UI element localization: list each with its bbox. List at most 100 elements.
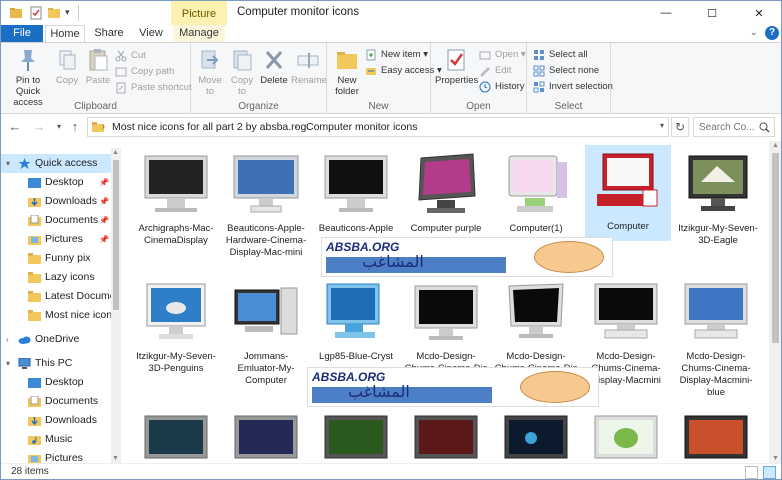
maximize-button[interactable]: ☐	[689, 1, 735, 25]
nav-pc-pictures[interactable]: Pictures	[1, 449, 111, 463]
properties-button[interactable]: Properties	[435, 47, 478, 86]
nav-pc-documents[interactable]: Documents	[1, 392, 111, 411]
back-arrow-icon[interactable]: ←	[7, 119, 23, 135]
tab-home[interactable]: Home	[45, 25, 85, 43]
up-arrow-icon[interactable]: ↑	[67, 119, 83, 135]
file-item-selected[interactable]: Computer	[585, 145, 671, 241]
content-scrollbar[interactable]: ▲ ▼	[769, 141, 781, 463]
file-item[interactable]: Itzikgur-My-Seven-3D-Eagle	[675, 147, 761, 247]
recent-locations-icon[interactable]: ▾	[51, 119, 67, 135]
file-item[interactable]: Computer(1)	[493, 147, 579, 235]
scroll-up-icon[interactable]: ▲	[112, 149, 119, 156]
file-item[interactable]: Lgp85-Blue-Cryst	[313, 275, 399, 363]
paste-button[interactable]: Paste	[83, 47, 113, 86]
invert-selection-button[interactable]: Invert selection	[533, 79, 613, 94]
new-folder-button[interactable]: New folder	[331, 47, 363, 97]
rename-button[interactable]: Rename	[291, 47, 327, 86]
properties-icon[interactable]	[29, 6, 43, 20]
nav-quick-downloads[interactable]: Downloads 📌	[1, 192, 111, 211]
file-item[interactable]	[403, 407, 489, 463]
file-item[interactable]: Beauticons-Apple	[313, 147, 399, 235]
close-button[interactable]: ✕	[736, 1, 781, 25]
scroll-down-icon[interactable]: ▼	[112, 455, 119, 462]
move-to-icon	[201, 50, 219, 69]
nav-this-pc[interactable]: ▾ This PC	[1, 354, 111, 373]
tab-file[interactable]: File	[1, 25, 43, 42]
nav-quick-desktop[interactable]: Desktop 📌	[1, 173, 111, 192]
address-bar[interactable]: › Most nice icons for all part 2 by absb…	[87, 117, 669, 137]
file-item[interactable]: Computer purple	[403, 147, 489, 235]
minimize-button[interactable]: —	[643, 1, 689, 25]
help-icon[interactable]: ?	[765, 26, 779, 40]
select-none-button[interactable]: Select none	[533, 63, 599, 78]
tab-view[interactable]: View	[133, 25, 169, 42]
copy-button[interactable]: Copy	[53, 47, 81, 86]
copy-path-button[interactable]: Copy path	[115, 64, 174, 79]
nav-quick-pictures[interactable]: Pictures 📌	[1, 230, 111, 249]
expand-icon[interactable]: ›	[6, 330, 9, 349]
expand-icon[interactable]: ▾	[6, 154, 10, 173]
refresh-icon[interactable]: ↻	[671, 117, 689, 137]
file-item[interactable]: Jommans-Emluator-My-Computer	[223, 275, 309, 387]
file-item[interactable]: Beauticons-Apple-Hardware-Cinema-Display…	[223, 147, 309, 259]
search-icon[interactable]	[759, 122, 770, 133]
nav-onedrive[interactable]: › OneDrive	[1, 330, 111, 349]
ribbon: Pin to Quick access Copy Paste Cut Copy …	[1, 42, 781, 114]
tab-manage[interactable]: Manage	[173, 25, 225, 42]
search-box[interactable]	[693, 117, 775, 137]
delete-button[interactable]: Delete	[259, 47, 289, 86]
tab-share[interactable]: Share	[89, 25, 129, 42]
nav-label: Downloads	[45, 414, 97, 426]
search-input[interactable]	[699, 120, 759, 135]
file-item[interactable]: Itzikgur-My-Seven-3D-Penguins	[133, 275, 219, 375]
pin-to-quick-access-button[interactable]: Pin to Quick access	[5, 47, 51, 108]
scroll-down-icon[interactable]: ▼	[772, 455, 779, 462]
chevron-down-icon[interactable]: ▾	[660, 121, 664, 130]
open-button[interactable]: Open ▾	[479, 47, 526, 62]
file-item[interactable]	[583, 407, 669, 463]
history-button[interactable]: History	[479, 79, 525, 94]
new-item-button[interactable]: New item ▾	[365, 47, 428, 62]
nav-pc-music[interactable]: Music	[1, 430, 111, 449]
breadcrumb-current[interactable]: Computer monitor icons	[306, 121, 417, 133]
file-item[interactable]	[223, 407, 309, 463]
scrollbar-thumb[interactable]	[113, 160, 119, 310]
scrollbar-thumb[interactable]	[772, 153, 779, 343]
file-item[interactable]	[313, 407, 399, 463]
paste-shortcut-button[interactable]: Paste shortcut	[115, 80, 192, 95]
file-item[interactable]: Mcdo-Design-Chums-Cinema-Dis	[403, 275, 489, 375]
select-all-button[interactable]: Select all	[533, 47, 588, 62]
nav-pc-downloads[interactable]: Downloads	[1, 411, 111, 430]
nav-quick-access[interactable]: ▾ Quick access	[1, 154, 111, 173]
copy-to-button[interactable]: Copy to	[227, 47, 257, 97]
chevron-right-icon[interactable]: ›	[102, 121, 105, 131]
chevron-down-icon[interactable]: ⌄	[750, 27, 762, 38]
details-view-icon[interactable]	[745, 466, 758, 479]
nav-quick-lazy-icons[interactable]: Lazy icons	[1, 268, 111, 287]
new-folder-icon[interactable]	[47, 6, 61, 20]
file-item[interactable]: Archigraphs-Mac-CinemaDisplay	[133, 147, 219, 247]
breadcrumb-parent[interactable]: Most nice icons for all part 2 by absba.…	[112, 121, 306, 133]
file-item[interactable]	[133, 407, 219, 463]
file-item[interactable]: Mcdo-Design-Chums-Cinema-Dis	[493, 275, 579, 375]
nav-quick-latest-documents[interactable]: Latest Documents	[1, 287, 111, 306]
folder-icon[interactable]	[9, 6, 23, 20]
move-to-button[interactable]: Move to	[195, 47, 225, 97]
nav-quick-documents[interactable]: Documents 📌	[1, 211, 111, 230]
file-item[interactable]	[493, 407, 579, 463]
chevron-right-icon[interactable]: ›	[295, 121, 298, 131]
file-item[interactable]	[673, 407, 759, 463]
nav-quick-most-nice-icons[interactable]: Most nice icons f	[1, 306, 111, 325]
forward-arrow-icon[interactable]: →	[31, 119, 47, 135]
cut-button[interactable]: Cut	[115, 48, 146, 63]
scroll-up-icon[interactable]: ▲	[772, 142, 779, 149]
nav-quick-funny-pix[interactable]: Funny pix	[1, 249, 111, 268]
nav-scrollbar[interactable]: ▲ ▼	[111, 148, 121, 463]
file-item[interactable]: Mcdo-Design-Chums-Cinema-Display-Macmini…	[673, 275, 759, 399]
expand-icon[interactable]: ▾	[6, 354, 10, 373]
customize-quick-access-icon[interactable]: ▾	[65, 7, 79, 21]
history-icon	[479, 81, 491, 93]
nav-pc-desktop[interactable]: Desktop	[1, 373, 111, 392]
edit-button[interactable]: Edit	[479, 63, 511, 78]
large-icons-view-icon[interactable]	[763, 466, 776, 479]
